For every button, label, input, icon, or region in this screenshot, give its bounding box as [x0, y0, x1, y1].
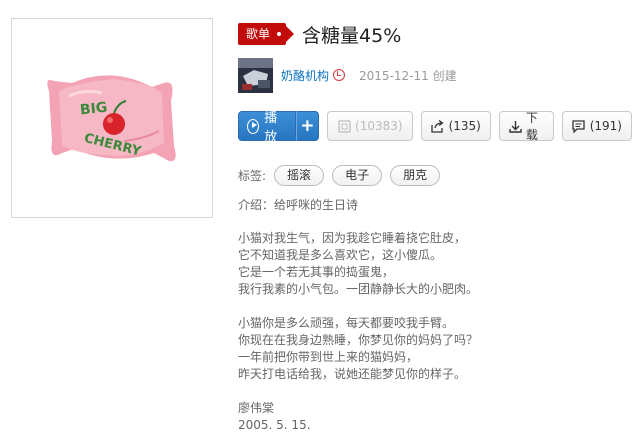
creator-row: 奶酪机构 2015-12-11 创建	[238, 57, 457, 93]
avatar-image	[238, 57, 273, 93]
action-buttons: 播放 + (10383) (135) 下载 (191)	[238, 111, 640, 145]
play-group: 播放 +	[238, 111, 320, 145]
collect-count: (10383)	[355, 119, 403, 133]
collect-button[interactable]: (10383)	[327, 111, 413, 141]
description-line: 它是一个若无其事的捣蛋鬼，	[238, 265, 395, 279]
play-icon	[247, 118, 260, 134]
tags-label: 标签:	[238, 168, 267, 183]
description-paragraph: 小猫对我生气，因为我趁它睡着挠它肚皮， 它不知道我是多么喜欢它，这小傻瓜。 它是…	[238, 230, 478, 298]
download-label: 下载	[525, 111, 538, 142]
download-button[interactable]: 下载	[498, 111, 554, 142]
description-author: 廖伟棠	[238, 401, 275, 415]
create-date: 2015-12-11 创建	[359, 68, 457, 83]
comment-count: (191)	[589, 119, 622, 133]
play-label: 播放	[264, 111, 278, 145]
description-line: 小猫对我生气，因为我趁它睡着挠它肚皮，	[238, 231, 467, 245]
description-line: 它不知道我是多么喜欢它，这小傻瓜。	[238, 248, 443, 262]
comment-icon	[572, 119, 586, 133]
playlist-cover: BIG CHERRY	[11, 18, 213, 218]
intro-text: 介绍：给呼咪的生日诗	[238, 198, 359, 212]
cover-text-big: BIG	[79, 100, 108, 119]
tags-row: 标签: 摇滚 电子 朋克	[238, 164, 441, 186]
comment-button[interactable]: (191)	[561, 111, 632, 141]
download-icon	[509, 119, 522, 133]
cover-image: BIG CHERRY	[14, 21, 210, 215]
description-line: 小猫你是多么顽强，每天都要咬我手臂。	[238, 316, 455, 330]
description-date: 2005. 5. 15.	[238, 418, 311, 432]
play-button[interactable]: 播放	[238, 111, 296, 145]
candy-image: BIG CHERRY	[14, 21, 210, 215]
tag-rock[interactable]: 摇滚	[274, 164, 325, 186]
playlist-title: 含糖量45%	[302, 24, 402, 47]
title-row: 歌单 含糖量45%	[238, 20, 401, 48]
share-icon	[431, 119, 445, 133]
description-signature: 廖伟棠 2005. 5. 15.	[238, 400, 478, 434]
verified-icon	[333, 69, 346, 81]
creator-avatar[interactable]	[238, 57, 273, 93]
share-count: (135)	[448, 119, 481, 133]
tag-punk[interactable]: 朋克	[390, 164, 441, 186]
add-to-queue-button[interactable]: +	[295, 111, 320, 141]
description-line: 昨天打电话给我，说她还能梦见你的样子。	[238, 367, 467, 381]
description: 小猫对我生气，因为我趁它睡着挠它肚皮， 它不知道我是多么喜欢它，这小傻瓜。 它是…	[238, 230, 478, 437]
playlist-badge: 歌单	[238, 23, 295, 45]
description-line: 你现在在我身边熟睡，你梦见你的妈妈了吗？	[238, 333, 479, 347]
creator-name-link[interactable]: 奶酪机构	[281, 67, 329, 84]
description-line: 一年前把你带到世上来的猫妈妈，	[238, 350, 419, 364]
description-line: 我行我素的小气包。一团静静长大的小肥肉。	[238, 282, 479, 296]
collect-icon	[337, 119, 351, 133]
description-paragraph: 小猫你是多么顽强，每天都要咬我手臂。 你现在在我身边熟睡，你梦见你的妈妈了吗？ …	[238, 315, 478, 383]
tag-electronic[interactable]: 电子	[332, 164, 383, 186]
share-button[interactable]: (135)	[420, 111, 491, 141]
